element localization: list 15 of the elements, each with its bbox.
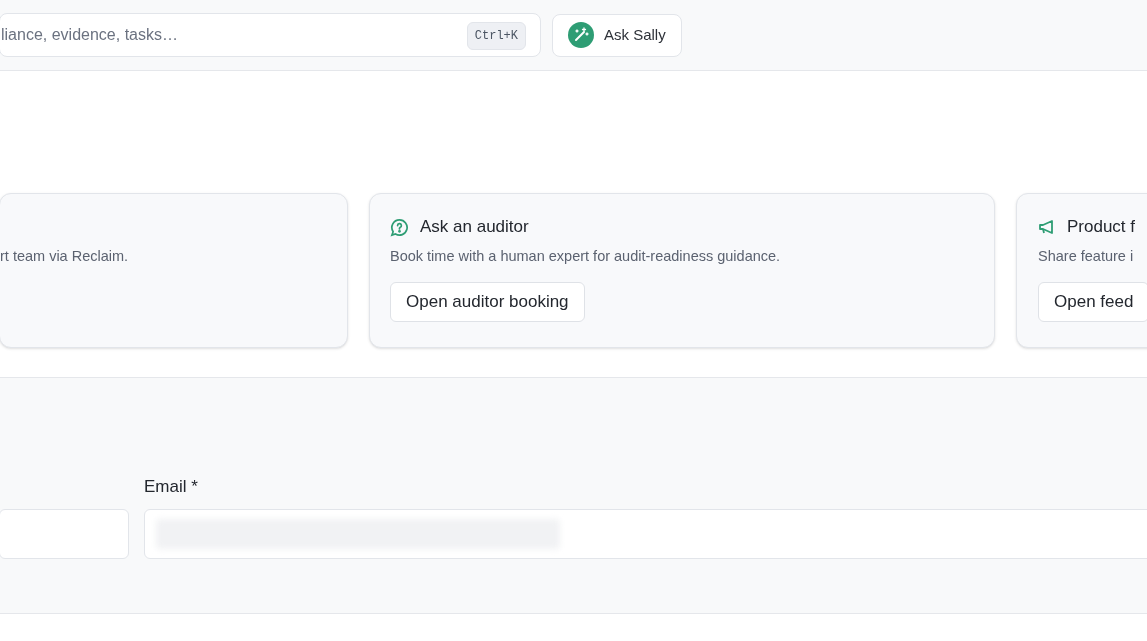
card-description: Share feature i <box>1038 247 1135 266</box>
shortcut-hint: Ctrl+K <box>466 22 526 50</box>
card-description: Book time with a human expert for audit-readiness guidance. <box>390 247 782 266</box>
card-button[interactable]: Open feed <box>1038 281 1147 322</box>
field-label: Email * <box>144 475 199 498</box>
megaphone-icon <box>1038 219 1056 235</box>
card-button[interactable]: Open auditor booking <box>390 281 585 322</box>
magic-wand-icon <box>568 22 594 48</box>
card-description: rt team via Reclaim. <box>0 247 130 266</box>
card-title: Product f <box>1067 216 1136 239</box>
email-field[interactable] <box>144 509 1147 559</box>
input-field[interactable] <box>0 509 129 559</box>
card-title: Ask an auditor <box>420 216 529 239</box>
chat-question-icon <box>390 217 409 237</box>
ask-sally-button[interactable]: Ask Sally <box>552 13 682 57</box>
